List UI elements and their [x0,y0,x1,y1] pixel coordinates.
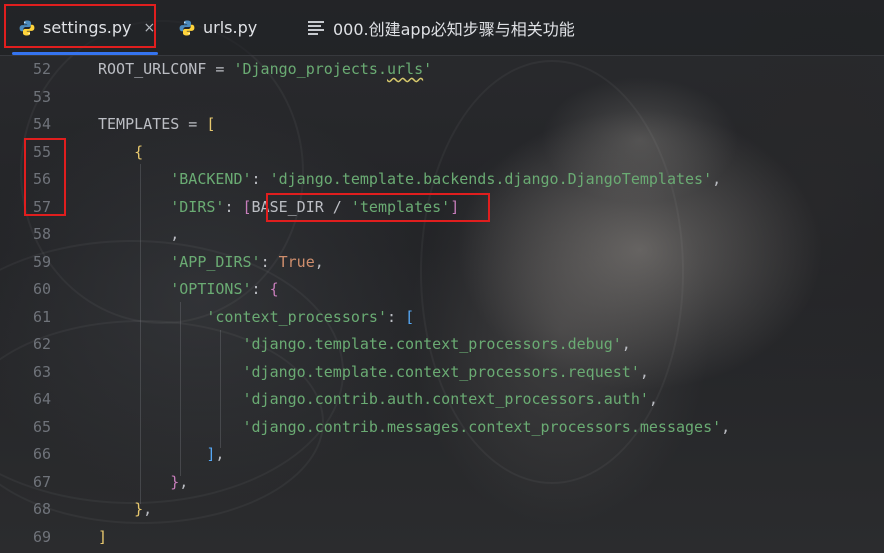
line-number: 60 [32,280,51,298]
code-token: 'templates' [350,197,451,216]
code-token: , [648,390,658,408]
code-token: 'django.template.context_processors.requ… [242,362,640,381]
line-number: 67 [32,472,51,491]
code-line[interactable]: ] [98,524,107,552]
code-token: } [170,472,180,491]
code-token: , [712,170,722,188]
indent-guide [140,164,141,504]
line-number: 68 [32,500,51,518]
line-number: 69 [32,527,51,546]
code-token: True [278,252,315,271]
line-number: 56 [32,170,51,188]
code-token: : [251,280,270,298]
code-token: 'BACKEND' [170,170,252,188]
code-token: , [143,500,153,518]
code-line[interactable]: }, [98,496,152,524]
python-file-icon [178,19,196,37]
line-number: 66 [32,445,51,463]
code-token: , [314,252,324,271]
line-number: 52 [32,60,51,78]
line-number: 61 [32,307,51,326]
line-number: 58 [32,225,51,243]
line-number: 53 [32,87,51,106]
code-token: , [639,362,649,381]
close-icon[interactable]: × [144,20,156,36]
code-line[interactable]: 'django.contrib.auth.context_processors.… [98,386,658,414]
code-token: [ [405,307,415,326]
line-number: 62 [32,335,51,353]
line-number: 57 [32,197,51,216]
line-number: 65 [32,417,51,436]
ide-window: settings.py × urls.py 000.创建app必知步骤与相关功能… [0,0,884,553]
line-number: 54 [32,115,51,133]
tab-settings-py[interactable]: settings.py × [12,0,158,55]
code-token: ] [450,197,460,216]
tab-notes-file[interactable]: 000.创建app必知步骤与相关功能 [308,0,608,55]
code-token: TEMPLATES = [98,115,207,133]
code-line[interactable]: 'context_processors': [ [98,304,414,332]
code-token: 'django.template.context_processors.debu… [242,335,622,353]
code-token: 'OPTIONS' [170,280,252,298]
code-token: 'DIRS' [170,197,225,216]
editor-tab-bar: settings.py × urls.py 000.创建app必知步骤与相关功能 [0,0,884,56]
code-line[interactable]: ], [98,441,224,469]
code-token: : [224,197,243,216]
code-line[interactable]: ROOT_URLCONF = 'Django_projects.urls' [98,56,432,84]
tab-label: 000.创建app必知步骤与相关功能 [333,19,575,39]
code-token: ROOT_URLCONF = [98,60,234,78]
code-token: ] [98,527,108,546]
code-token: 'Django_projects. [233,60,387,78]
code-token: ' [423,60,433,78]
code-line[interactable]: { [98,139,143,167]
code-token: } [134,500,144,518]
code-token: { [269,280,279,298]
code-token: , [98,225,180,243]
code-line[interactable]: 'DIRS': [BASE_DIR / 'templates'] [98,194,459,222]
line-number: 63 [32,362,51,381]
code-token: 'context_processors' [206,307,387,326]
code-token: 'django.contrib.auth.context_processors.… [242,390,649,408]
indent-guide [180,302,181,476]
line-number: 64 [32,390,51,408]
tab-label: urls.py [203,18,258,37]
code-token: : [260,252,279,271]
code-token: 'django.contrib.messages.context_process… [242,417,722,436]
code-token: 'django.template.backends.django.DjangoT… [269,170,713,188]
code-line[interactable]: }, [98,469,188,497]
line-number: 59 [32,252,51,271]
code-line[interactable]: 'django.contrib.messages.context_process… [98,414,731,442]
text-file-icon [308,20,324,35]
tab-label: settings.py [43,18,132,37]
code-token: : [387,307,406,326]
code-token: { [134,142,144,161]
code-line[interactable]: , [98,221,179,249]
code-line[interactable]: 'APP_DIRS': True, [98,249,324,277]
code-token: 'APP_DIRS' [170,252,261,271]
code-line[interactable]: 'OPTIONS': { [98,276,279,304]
code-token: [ [206,115,216,133]
code-line[interactable]: 'django.template.context_processors.debu… [98,331,631,359]
code-line[interactable]: 'BACKEND': 'django.template.backends.dja… [98,166,721,194]
code-token: BASE_DIR / [251,197,351,216]
tab-urls-py[interactable]: urls.py [178,0,278,55]
code-token: , [621,335,631,353]
code-token: urls [387,60,424,78]
code-line[interactable]: TEMPLATES = [ [98,111,215,139]
code-token: : [251,170,270,188]
line-number: 55 [32,142,51,161]
indent-guide [220,330,221,448]
python-file-icon [18,19,36,37]
code-token: [ [242,197,252,216]
code-token: , [721,417,731,436]
